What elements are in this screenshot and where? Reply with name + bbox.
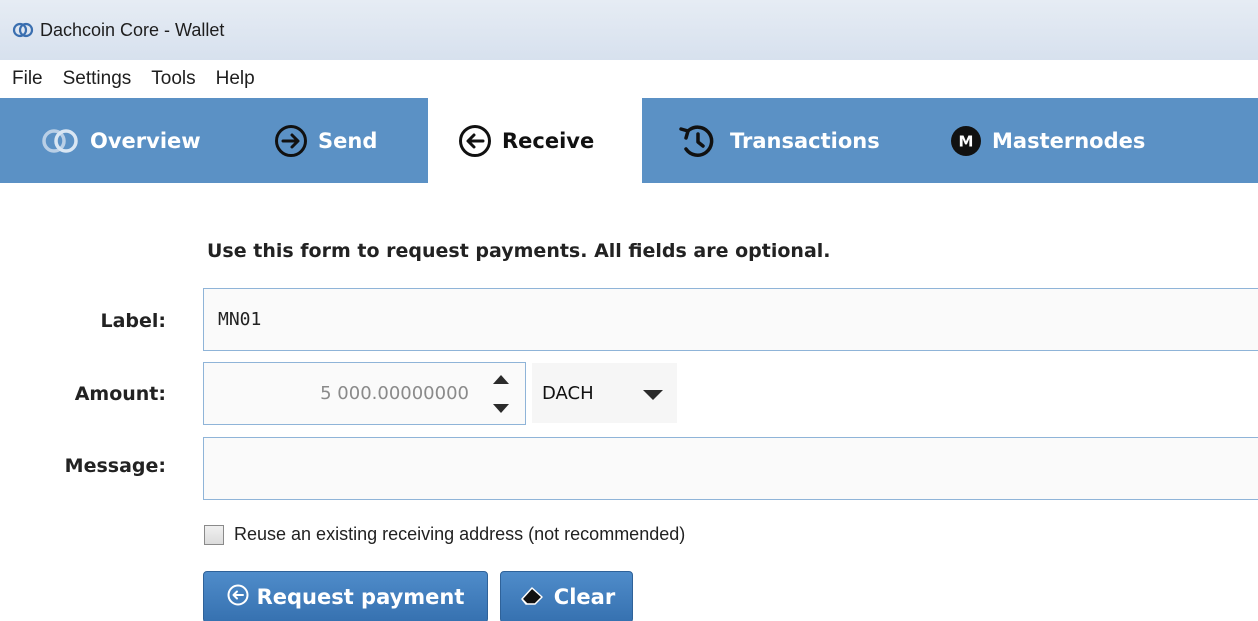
unit-select[interactable]: DACH xyxy=(532,363,677,423)
amount-value: 5 000.00000000 xyxy=(320,383,469,404)
request-payment-label: Request payment xyxy=(256,585,465,609)
menu-settings[interactable]: Settings xyxy=(53,68,142,90)
spin-down-icon[interactable] xyxy=(493,404,509,413)
label-input[interactable]: MN01 xyxy=(203,288,1258,351)
menu-file[interactable]: File xyxy=(0,68,53,90)
amount-spinner[interactable] xyxy=(491,373,511,415)
menu-bar: File Settings Tools Help xyxy=(0,60,1258,98)
unit-select-value: DACH xyxy=(542,382,594,404)
reuse-address-label: Reuse an existing receiving address (not… xyxy=(234,524,686,544)
tab-send[interactable]: Send xyxy=(230,98,428,183)
tab-transactions-label: Transactions xyxy=(730,128,880,153)
dachcoin-logo-icon xyxy=(12,21,34,39)
history-icon xyxy=(676,123,720,159)
reuse-address-row[interactable]: Reuse an existing receiving address (not… xyxy=(204,524,685,545)
clear-label: Clear xyxy=(553,585,616,609)
spin-up-icon[interactable] xyxy=(493,375,509,384)
arrow-left-circle-icon xyxy=(458,124,492,158)
label-caption: Label: xyxy=(100,310,166,332)
tab-masternodes[interactable]: M Masternodes xyxy=(900,98,1171,183)
masternode-m-icon: M xyxy=(950,125,982,157)
reuse-address-checkbox[interactable] xyxy=(204,524,224,545)
window-title: Dachcoin Core - Wallet xyxy=(40,19,225,40)
menu-help[interactable]: Help xyxy=(206,68,265,90)
tab-masternodes-label: Masternodes xyxy=(992,128,1146,153)
tab-send-label: Send xyxy=(318,128,378,153)
clear-button[interactable]: Clear xyxy=(500,571,633,621)
arrow-right-circle-icon xyxy=(274,124,308,158)
request-payment-button[interactable]: Request payment xyxy=(203,571,488,621)
message-input[interactable] xyxy=(203,437,1258,500)
svg-text:M: M xyxy=(959,132,974,150)
menu-tools[interactable]: Tools xyxy=(141,68,205,90)
message-caption: Message: xyxy=(64,455,166,477)
tab-overview[interactable]: Overview xyxy=(0,98,230,183)
tab-overview-label: Overview xyxy=(90,128,201,153)
dachcoin-logo-icon xyxy=(40,128,80,154)
tab-receive[interactable]: Receive xyxy=(428,98,642,183)
navigation-tabbar: Overview Send Receive Transactions M Mas… xyxy=(0,98,1258,183)
window-titlebar: Dachcoin Core - Wallet xyxy=(0,0,1258,60)
tab-receive-label: Receive xyxy=(502,128,595,153)
eraser-icon xyxy=(518,584,546,611)
chevron-down-icon xyxy=(643,390,663,400)
amount-caption: Amount: xyxy=(74,383,166,405)
arrow-left-circle-icon xyxy=(227,584,249,611)
amount-input[interactable]: 5 000.00000000 xyxy=(203,362,526,425)
tab-transactions[interactable]: Transactions xyxy=(642,98,900,183)
form-intro-text: Use this form to request payments. All f… xyxy=(207,240,831,262)
